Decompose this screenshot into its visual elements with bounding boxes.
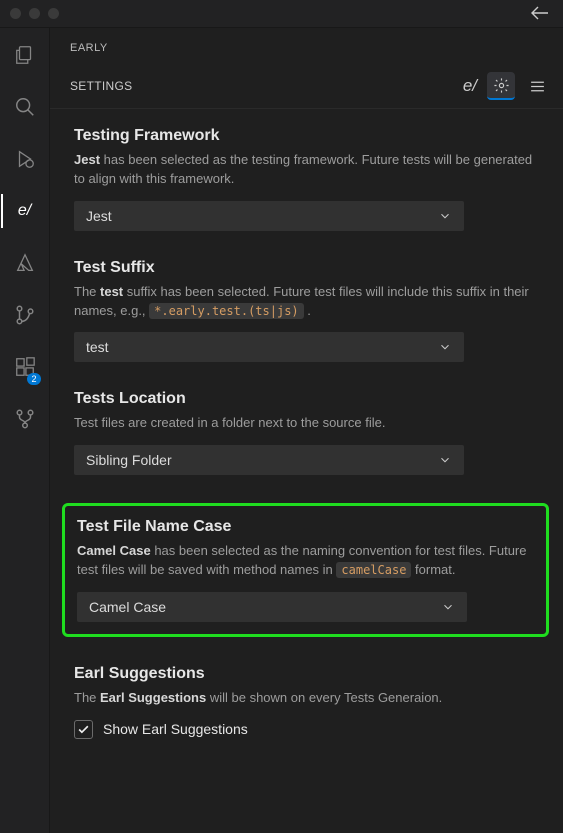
checkbox-label: Show Earl Suggestions [103,721,248,737]
section-test-suffix: Test Suffix The test suffix has been sel… [74,259,543,363]
location-select[interactable]: Sibling Folder [74,445,464,475]
settings-label: SETTINGS [70,79,132,93]
extensions-badge: 2 [27,373,40,385]
section-title: Testing Framework [74,127,543,145]
section-testing-framework: Testing Framework Jest has been selected… [74,127,543,231]
menu-button[interactable] [523,72,551,100]
activity-extensions[interactable]: 2 [1,350,49,384]
select-value: Camel Case [89,599,166,615]
chevron-down-icon [438,209,452,223]
chevron-down-icon [438,453,452,467]
activity-fork[interactable] [1,402,49,436]
section-title: Earl Suggestions [74,665,543,683]
section-title: Test File Name Case [77,518,534,536]
section-tests-location: Tests Location Test files are created in… [74,390,543,475]
section-title: Test Suffix [74,259,543,277]
section-desc: Jest has been selected as the testing fr… [74,151,543,189]
code-snippet: *.early.test.(ts|js) [149,303,304,319]
window-max-dot[interactable] [48,8,59,19]
activity-bar: e/ 2 [0,28,50,833]
activity-source-control[interactable] [1,298,49,332]
section-desc: The Earl Suggestions will be shown on ev… [74,689,543,708]
filecase-select[interactable]: Camel Case [77,592,467,622]
panel-title: EARLY [70,42,543,54]
code-snippet: camelCase [336,562,411,578]
settings-bar: SETTINGS e/ [50,54,563,109]
activity-debug[interactable] [1,142,49,176]
activity-search[interactable] [1,90,49,124]
early-panel: EARLY SETTINGS e/ Testing Framework Jest… [50,28,563,833]
chevron-down-icon [438,340,452,354]
section-desc: The test suffix has been selected. Futur… [74,283,543,321]
window-min-dot[interactable] [29,8,40,19]
select-value: test [86,339,109,355]
title-bar [0,0,563,28]
section-earl-suggestions: Earl Suggestions The Earl Suggestions wi… [74,665,543,739]
activity-early[interactable]: e/ [1,194,49,228]
settings-gear-button[interactable] [487,72,515,100]
framework-select[interactable]: Jest [74,201,464,231]
section-desc: Camel Case has been selected as the nami… [77,542,534,580]
activity-files[interactable] [1,38,49,72]
show-suggestions-checkbox[interactable] [74,720,93,739]
back-arrow-icon[interactable] [531,6,549,20]
chevron-down-icon [441,600,455,614]
section-title: Tests Location [74,390,543,408]
suffix-select[interactable]: test [74,332,464,362]
section-file-name-case: Test File Name Case Camel Case has been … [62,503,549,637]
activity-azure[interactable] [1,246,49,280]
early-logo-icon: e/ [18,202,31,220]
select-value: Jest [86,208,112,224]
section-desc: Test files are created in a folder next … [74,414,543,433]
brand-logo-icon[interactable]: e/ [463,76,479,96]
window-close-dot[interactable] [10,8,21,19]
select-value: Sibling Folder [86,452,172,468]
window-controls [10,8,59,19]
